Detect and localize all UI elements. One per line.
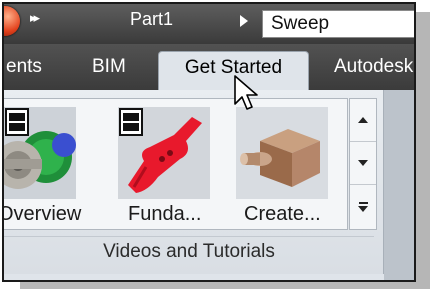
gallery-scrollbar [349, 98, 377, 230]
chevron-up-icon [358, 117, 368, 123]
overview-label: Overview [2, 203, 82, 225]
tab-autodesk[interactable]: Autodesk [334, 56, 413, 78]
fundamentals-thumbnail[interactable] [118, 107, 210, 199]
title-bar: ▸▸ Part1 Sweep [4, 4, 414, 44]
video-gallery: Overview Funda... Create... [4, 98, 348, 230]
chevron-down-icon [358, 160, 368, 166]
overview-thumbnail[interactable] [4, 107, 76, 199]
gallery-expand-button[interactable] [350, 185, 376, 228]
videos-tutorials-panel: Overview Funda... Create... Videos and T… [4, 90, 384, 274]
create-label: Create... [244, 203, 321, 225]
gears-assembly-video-icon [4, 107, 76, 199]
application-menu-button[interactable] [4, 6, 20, 36]
panel-title: Videos and Tutorials [4, 236, 374, 267]
scroll-down-button[interactable] [350, 142, 376, 185]
qat-overflow-icon[interactable]: ▸▸ [30, 10, 40, 26]
scroll-up-button[interactable] [350, 99, 376, 142]
tab-events[interactable]: ents [6, 56, 42, 78]
mouse-cursor-icon [234, 75, 258, 110]
ribbon-right-edge [384, 90, 414, 280]
expand-gallery-icon [358, 201, 368, 212]
search-input[interactable]: Sweep [262, 10, 414, 38]
fundamentals-label: Funda... [128, 203, 202, 225]
block-part-icon [236, 107, 328, 199]
ribbon-tab-row: ents BIM Get Started Autodesk [4, 44, 414, 91]
create-thumbnail[interactable] [236, 107, 328, 199]
app-window: ▸▸ Part1 Sweep ents BIM Get Started Auto… [2, 2, 416, 282]
guitar-video-icon [118, 107, 210, 199]
tab-bim[interactable]: BIM [92, 56, 126, 78]
document-title: Part1 [130, 9, 174, 29]
search-expand-arrow-icon[interactable] [240, 15, 248, 27]
